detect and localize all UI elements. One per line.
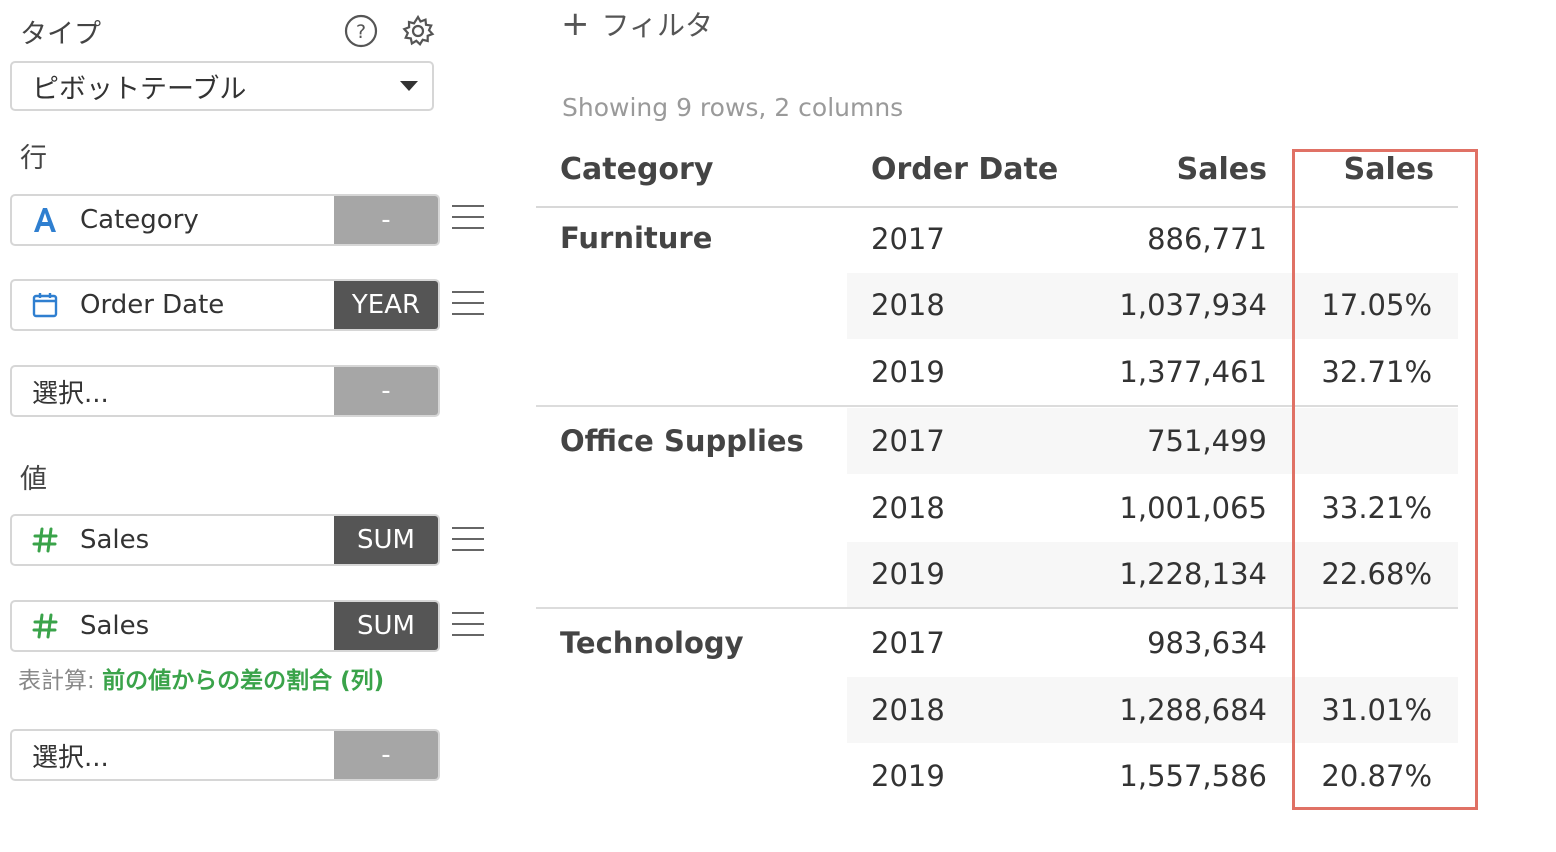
year-cell: 2019 bbox=[871, 355, 945, 389]
gear-icon[interactable] bbox=[401, 14, 435, 48]
year-cell: 2017 bbox=[871, 424, 945, 458]
text-type-icon bbox=[22, 206, 68, 234]
sales-cell: 1,557,586 bbox=[1119, 759, 1267, 793]
sales-cell: 1,037,934 bbox=[1119, 288, 1267, 322]
sales-cell: 1,377,461 bbox=[1119, 355, 1267, 389]
year-cell: 2017 bbox=[871, 222, 945, 256]
aggregation-button[interactable]: - bbox=[334, 196, 438, 244]
sales-cell: 1,228,134 bbox=[1119, 557, 1267, 591]
row-field-name: Category bbox=[80, 205, 199, 235]
rows-label: 行 bbox=[20, 143, 47, 174]
aggregation-button[interactable]: YEAR bbox=[334, 281, 438, 329]
drag-handle-icon[interactable] bbox=[452, 527, 484, 553]
add-filter-label: フィルタ bbox=[601, 9, 713, 42]
sales-cell: 751,499 bbox=[1147, 424, 1267, 458]
drag-handle-icon[interactable] bbox=[452, 291, 484, 317]
add-filter-button[interactable]: + フィルタ bbox=[561, 4, 713, 44]
sales-diff-cell: 32.71% bbox=[1321, 355, 1432, 389]
number-type-icon bbox=[22, 527, 68, 553]
calc-value[interactable]: 前の値からの差の割合 (列) bbox=[102, 668, 384, 694]
value-field-name: Sales bbox=[80, 525, 150, 555]
value-field-sales-diff[interactable]: Sales SUM bbox=[10, 600, 440, 652]
row-field-select[interactable]: 選択... - bbox=[10, 365, 440, 417]
year-cell: 2019 bbox=[871, 557, 945, 591]
select-placeholder: 選択... bbox=[32, 742, 109, 773]
aggregation-button[interactable]: - bbox=[334, 367, 438, 415]
column-header-category[interactable]: Category bbox=[560, 152, 713, 187]
sales-cell: 1,001,065 bbox=[1119, 491, 1267, 525]
sales-cell: 1,288,684 bbox=[1119, 693, 1267, 727]
drag-handle-icon[interactable] bbox=[452, 205, 484, 231]
type-label: タイプ bbox=[20, 19, 101, 50]
table-calculation-note[interactable]: 表計算: 前の値からの差の割合 (列) bbox=[18, 661, 384, 695]
value-field-name: Sales bbox=[80, 611, 150, 641]
header-divider bbox=[536, 206, 1458, 208]
sales-diff-cell: 33.21% bbox=[1321, 491, 1432, 525]
category-cell: Technology bbox=[560, 626, 744, 660]
row-field-name: Order Date bbox=[80, 290, 225, 320]
value-field-select[interactable]: 選択... - bbox=[10, 729, 440, 781]
year-cell: 2017 bbox=[871, 626, 945, 660]
calendar-icon bbox=[22, 291, 68, 319]
group-divider bbox=[536, 607, 1458, 609]
plus-icon: + bbox=[561, 4, 590, 44]
aggregation-button[interactable]: - bbox=[334, 731, 438, 779]
sales-diff-cell: 20.87% bbox=[1321, 759, 1432, 793]
select-placeholder: 選択... bbox=[32, 378, 109, 409]
sales-diff-cell: 31.01% bbox=[1321, 693, 1432, 727]
number-type-icon bbox=[22, 613, 68, 639]
column-header-sales-diff[interactable]: Sales bbox=[1300, 152, 1434, 187]
chevron-down-icon bbox=[400, 81, 418, 91]
group-divider bbox=[536, 405, 1458, 407]
year-cell: 2018 bbox=[871, 288, 945, 322]
aggregation-button[interactable]: SUM bbox=[334, 602, 438, 650]
category-cell: Office Supplies bbox=[560, 424, 804, 458]
sales-cell: 983,634 bbox=[1147, 626, 1267, 660]
values-label: 値 bbox=[20, 464, 47, 495]
help-icon[interactable]: ? bbox=[344, 14, 378, 48]
row-field-category[interactable]: Category - bbox=[10, 194, 440, 246]
drag-handle-icon[interactable] bbox=[452, 612, 484, 638]
sales-diff-cell: 22.68% bbox=[1321, 557, 1432, 591]
aggregation-button[interactable]: SUM bbox=[334, 516, 438, 564]
category-cell: Furniture bbox=[560, 221, 713, 255]
column-header-order-date[interactable]: Order Date bbox=[871, 152, 1058, 187]
value-field-sales[interactable]: Sales SUM bbox=[10, 514, 440, 566]
chart-type-value: ピボットテーブル bbox=[32, 73, 247, 105]
sales-diff-cell: 17.05% bbox=[1321, 288, 1432, 322]
year-cell: 2019 bbox=[871, 759, 945, 793]
column-header-sales[interactable]: Sales bbox=[1100, 152, 1267, 187]
year-cell: 2018 bbox=[871, 693, 945, 727]
svg-text:?: ? bbox=[356, 21, 366, 43]
calc-prefix: 表計算: bbox=[18, 668, 95, 694]
sales-cell: 886,771 bbox=[1147, 222, 1267, 256]
row-field-order-date[interactable]: Order Date YEAR bbox=[10, 279, 440, 331]
year-cell: 2018 bbox=[871, 491, 945, 525]
row-count: Showing 9 rows, 2 columns bbox=[562, 93, 904, 122]
chart-type-select[interactable]: ピボットテーブル bbox=[10, 61, 434, 111]
